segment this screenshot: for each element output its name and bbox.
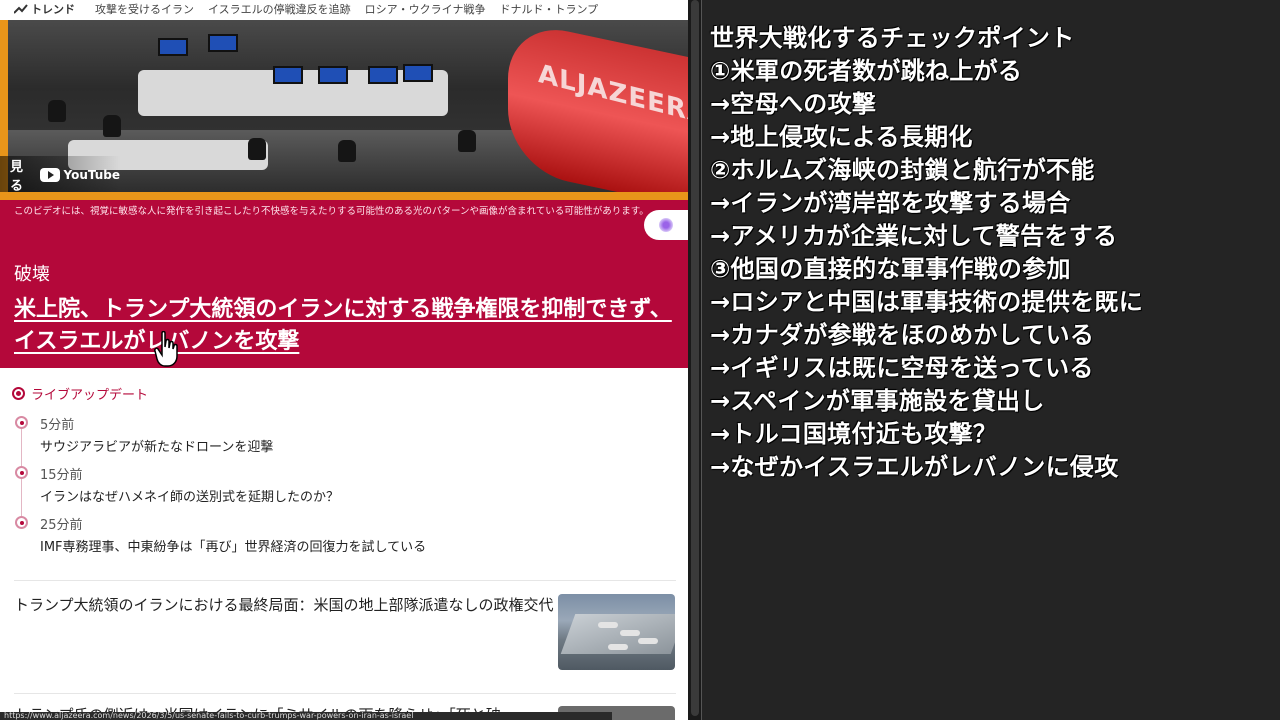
photosensitivity-warning: このビデオには、視覚に敏感な人に発作を引き起こしたり不快感を与えたりする可能性の… — [14, 206, 649, 217]
status-url: https://www.aljazeera.com/news/2026/3/5/… — [0, 712, 612, 720]
jet — [608, 644, 628, 650]
divider — [14, 580, 676, 581]
trend-item[interactable]: ドナルド・トランプ — [499, 1, 598, 17]
live-header-label: ライブアップデート — [31, 388, 149, 403]
note-line: →カナダが参戦をほのめかしている — [710, 321, 1095, 349]
chair — [458, 130, 476, 152]
live-header[interactable]: ライブアップデート — [12, 384, 148, 403]
hand-cursor-icon — [154, 331, 178, 367]
trend-bar: トレンド 攻撃を受けるイラン イスラエルの停戦違反を追跡 ロシア・ウクライナ戦争… — [0, 0, 688, 18]
chair — [338, 140, 356, 162]
live-update-item[interactable]: 15分前 イランはなぜハメネイ師の送別式を延期したのか？ — [40, 464, 339, 505]
trend-item[interactable]: イスラエルの停戦違反を追跡 — [208, 1, 351, 17]
article-link[interactable]: トランプ大統領のイランにおける最終局面：米国の地上部隊派遣なしの政権交代 — [14, 594, 554, 616]
youtube-logo[interactable]: YouTube — [40, 168, 120, 182]
note-line: →スペインが軍事施設を貸出し — [710, 387, 1045, 415]
trend-item[interactable]: 攻撃を受けるイラン — [95, 1, 194, 17]
trend-label: トレンド — [14, 1, 75, 17]
note-line: ③他国の直接的な軍事作戦の参加 — [710, 255, 1071, 283]
headline-link[interactable]: 米上院、トランプ大統領のイランに対する戦争権限を抑制できず、イスラエルがレバノン… — [14, 294, 674, 358]
note-line: →イギリスは既に空母を送っている — [710, 354, 1094, 382]
note-line: →ロシアと中国は軍事技術の提供を既に — [710, 288, 1144, 316]
note-line: →空母への攻撃 — [710, 90, 877, 118]
monitor — [403, 64, 433, 82]
breaking-label: 破壊 — [14, 264, 50, 285]
monitor — [158, 38, 188, 56]
notes-list: 世界大戦化するチェックポイント ①米軍の死者数が跳ね上がる →空母への攻撃 →地… — [710, 22, 1276, 484]
live-updates: ライブアップデート 5分前 サウジアラビアが新たなドローンを迎撃 15分前 イラ… — [0, 368, 688, 578]
video-overlay: 見る YouTube — [0, 156, 120, 194]
browser-pane: トレンド 攻撃を受けるイラン イスラエルの停戦違反を追跡 ロシア・ウクライナ戦争… — [0, 0, 688, 720]
accent-strip — [0, 192, 688, 200]
youtube-play-icon — [40, 168, 61, 182]
chair — [103, 115, 121, 137]
trending-icon — [14, 4, 28, 14]
youtube-label: YouTube — [63, 168, 120, 182]
chair — [48, 100, 66, 122]
update-time: 25分前 — [40, 518, 83, 533]
jet — [620, 630, 640, 636]
chair — [248, 138, 266, 160]
update-text: サウジアラビアが新たなドローンを迎撃 — [40, 440, 274, 455]
note-line: →アメリカが企業に対して警告をする — [710, 222, 1118, 250]
note-line: ②ホルムズ海峡の封鎖と航行が不能 — [710, 156, 1095, 184]
jet — [598, 622, 618, 628]
update-time: 15分前 — [40, 468, 83, 483]
live-update-item[interactable]: 5分前 サウジアラビアが新たなドローンを迎撃 — [40, 414, 273, 455]
update-time: 5分前 — [40, 418, 75, 433]
watch-label[interactable]: 見る — [10, 156, 32, 194]
note-title: 世界大戦化するチェックポイント — [710, 24, 1075, 52]
note-line: ①米軍の死者数が跳ね上がる — [710, 57, 1023, 85]
update-text: IMF専務理事、中東紛争は「再び」世界経済の回復力を試している — [40, 540, 427, 555]
breaking-banner: このビデオには、視覚に敏感な人に発作を引き起こしたり不快感を与えたりする可能性の… — [0, 200, 688, 368]
update-text: イランはなぜハメネイ師の送別式を延期したのか？ — [40, 490, 340, 505]
jet — [638, 638, 658, 644]
scrollbar-thumb[interactable] — [691, 0, 699, 716]
article-thumbnail[interactable] — [558, 594, 675, 670]
scrollbar[interactable] — [688, 0, 702, 720]
note-line: →トルコ国境付近も攻撃？ — [710, 420, 998, 448]
timeline-dot — [15, 416, 28, 429]
live-update-item[interactable]: 25分前 IMF専務理事、中東紛争は「再び」世界経済の回復力を試している — [40, 514, 426, 555]
monitor — [208, 34, 238, 52]
assistant-icon — [659, 218, 673, 232]
timeline-dot — [15, 466, 28, 479]
monitor — [368, 66, 398, 84]
live-icon — [12, 387, 25, 400]
timeline-dot — [15, 516, 28, 529]
divider — [14, 693, 676, 694]
note-line: →イランが湾岸部を攻撃する場合 — [710, 189, 1071, 217]
notes-panel: 世界大戦化するチェックポイント ①米軍の死者数が跳ね上がる →空母への攻撃 →地… — [702, 0, 1280, 720]
note-line: →なぜかイスラエルがレバノンに侵攻 — [710, 453, 1119, 481]
monitor — [318, 66, 348, 84]
note-line: →地上侵攻による長期化 — [710, 123, 973, 151]
monitor — [273, 66, 303, 84]
trend-item[interactable]: ロシア・ウクライナ戦争 — [365, 1, 486, 17]
assistant-button[interactable] — [644, 210, 688, 240]
